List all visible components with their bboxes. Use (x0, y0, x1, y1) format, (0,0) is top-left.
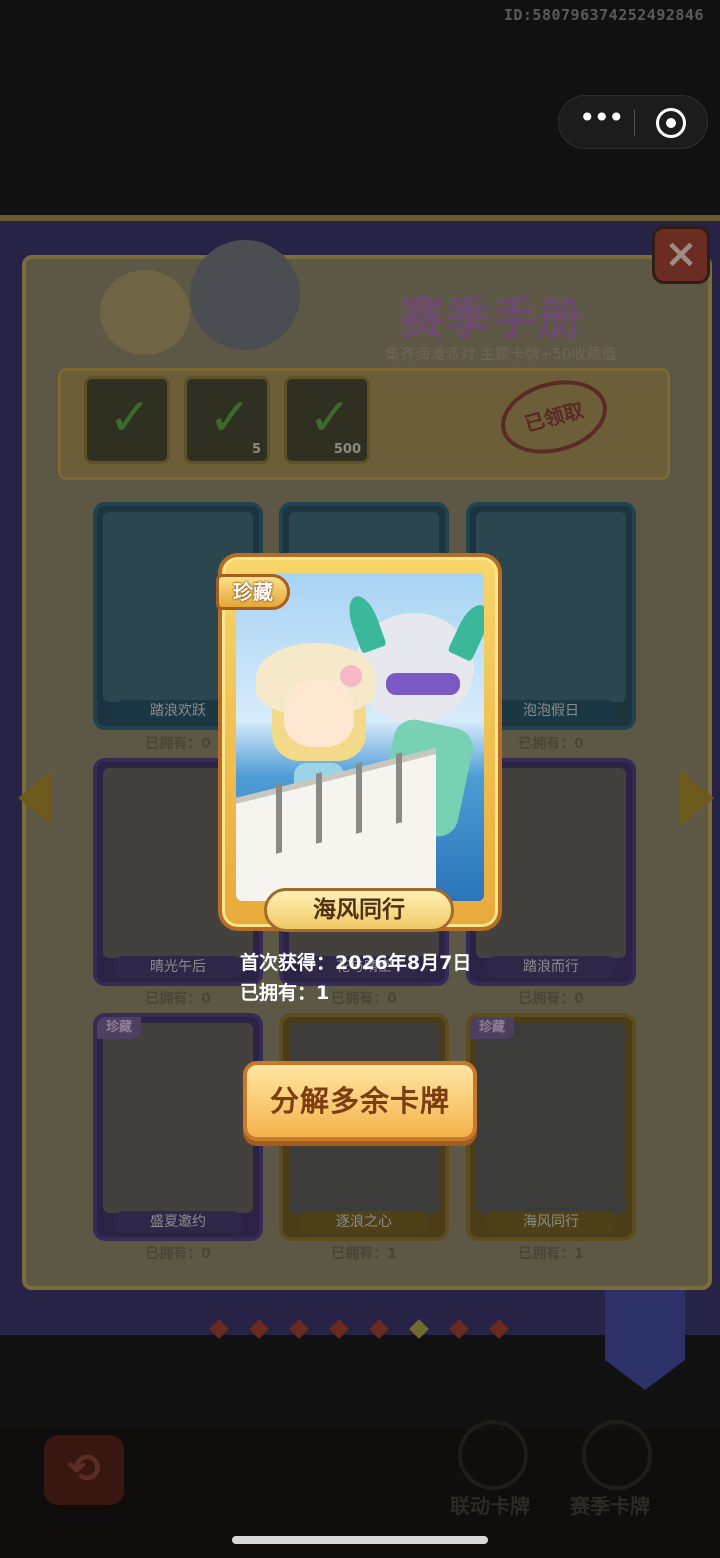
reward-item: ✓ (84, 376, 170, 464)
page-indicator (208, 1319, 518, 1340)
ship-rail (316, 772, 322, 844)
card-owned-count: 已拥有：1 (331, 1246, 397, 1262)
knight-helmet (190, 240, 300, 350)
card-owned-count: 已拥有：0 (145, 991, 211, 1007)
page-dot[interactable] (329, 1319, 349, 1339)
card-name: 踏浪而行 (486, 956, 616, 978)
goggles (386, 673, 460, 695)
card-owned-count: 已拥有：0 (145, 1246, 211, 1262)
reward-qty: 5 (251, 442, 261, 457)
reward-qty: 500 (333, 442, 361, 457)
rare-tag: 珍藏 (216, 574, 290, 610)
mini-program-capsule: ••• (558, 95, 708, 149)
card-art (476, 1023, 626, 1213)
flower (340, 665, 362, 687)
check-icon: ✓ (108, 388, 152, 448)
page-dot[interactable] (369, 1319, 389, 1339)
header-characters-art (90, 240, 350, 360)
bookmark-ribbon (605, 1290, 685, 1390)
check-icon: ✓ (308, 388, 352, 448)
back-arrow-icon[interactable]: ⟲ (44, 1435, 124, 1505)
card-name: 晴光午后 (113, 956, 243, 978)
handbook-title: 赛季手册 (400, 293, 584, 344)
home-indicator (232, 1536, 488, 1544)
handbook-subtitle: 集齐海滩派对 主题卡牌+50收藏值 (385, 345, 617, 363)
reward-item: ✓ 5 (184, 376, 270, 464)
page-dot[interactable] (489, 1319, 509, 1339)
next-page-arrow-icon[interactable] (680, 770, 714, 826)
owned-count-text: 已拥有：1 (240, 982, 330, 1004)
close-button[interactable]: × (652, 226, 710, 284)
character-face (284, 681, 354, 747)
card-detail-art (236, 573, 484, 901)
card-name: 逐浪之心 (299, 1211, 429, 1233)
reward-item: ✓ 500 (284, 376, 370, 464)
character-head (100, 270, 190, 355)
ship-rail (396, 752, 402, 824)
page-dot[interactable] (289, 1319, 309, 1339)
first-obtained-text: 首次获得：2026年8月7日 (240, 952, 472, 974)
collab-card-icon[interactable] (458, 1420, 528, 1490)
split-extra-cards-button[interactable]: 分解多余卡牌 (243, 1061, 477, 1141)
season-card-icon[interactable] (582, 1420, 652, 1490)
card-name: 泡泡假日 (486, 700, 616, 722)
page-dot[interactable] (449, 1319, 469, 1339)
card-name-plate: 海风同行 (264, 888, 454, 932)
card-name: 海风同行 (486, 1211, 616, 1233)
prev-page-arrow-icon[interactable] (18, 770, 52, 826)
card-tile[interactable]: 珍藏 海风同行 (466, 1013, 636, 1241)
more-dots-icon[interactable]: ••• (579, 104, 625, 136)
page-dot[interactable] (249, 1319, 269, 1339)
page-dot-active[interactable] (409, 1319, 429, 1339)
user-id-label: ID:5807963742524928​46 (503, 6, 704, 24)
check-icon: ✓ (208, 388, 252, 448)
tab-season-cards[interactable]: 赛季卡牌 (570, 1490, 650, 1519)
page-dot[interactable] (209, 1319, 229, 1339)
ship-rail (276, 782, 282, 854)
card-tile[interactable]: 珍藏 盛夏邀约 (93, 1013, 263, 1241)
rare-tag-small: 珍藏 (97, 1017, 141, 1039)
screen: ID:5807963742524928​46 ••• 赛季手册 集齐海滩派对 主… (0, 0, 720, 1558)
rare-tag-small: 珍藏 (470, 1017, 514, 1039)
card-owned-count: 已拥有：1 (518, 1246, 584, 1262)
card-name: 盛夏邀约 (113, 1211, 243, 1233)
capsule-divider (634, 110, 635, 136)
target-circle-icon[interactable] (656, 108, 686, 138)
card-owned-count: 已拥有：0 (518, 991, 584, 1007)
ship-rail (356, 762, 362, 834)
tab-collab-cards[interactable]: 联动卡牌 (450, 1490, 530, 1519)
card-art (103, 1023, 253, 1213)
